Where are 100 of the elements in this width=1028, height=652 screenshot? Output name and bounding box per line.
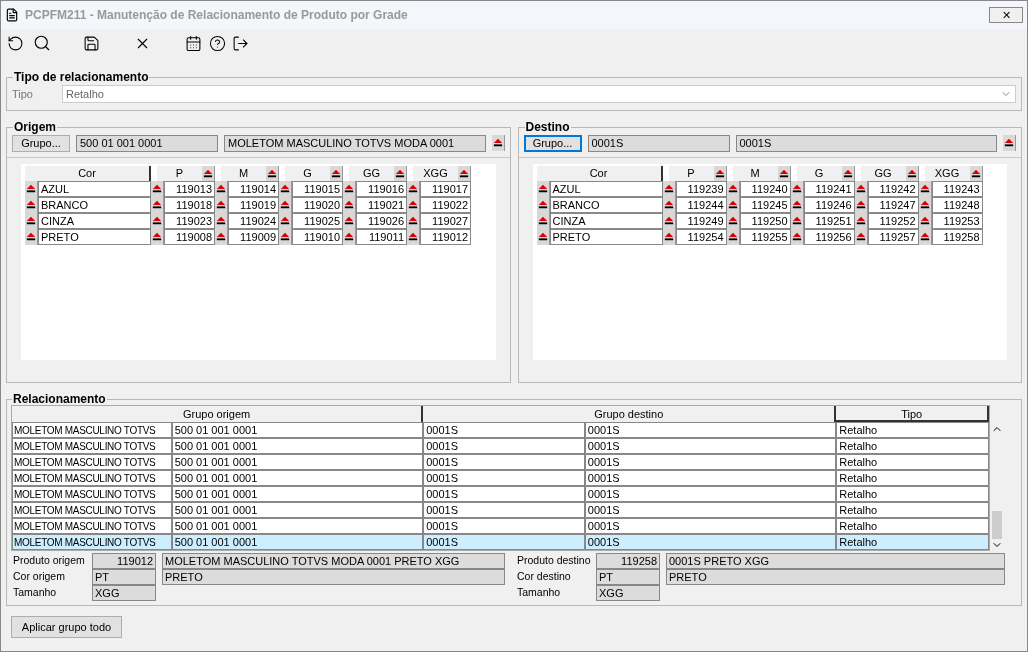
eject-flag-icon[interactable]: [330, 166, 343, 182]
column-header: M: [221, 166, 266, 181]
table-cell: MOLETOM MASCULINO TOTVS: [12, 534, 172, 550]
product-code-cell: 119258: [931, 229, 983, 245]
table-cell: 0001S: [423, 470, 585, 486]
table-cell: MOLETOM MASCULINO TOTVS: [12, 518, 172, 534]
table-row[interactable]: MOLETOM MASCULINO TOTVS 500 01 001 0001 0001S 0001S Retalho: [12, 534, 989, 550]
type-dropdown[interactable]: Retalho: [62, 85, 1016, 103]
group-description-field[interactable]: 0001S: [735, 134, 997, 152]
help-icon[interactable]: [209, 34, 226, 52]
product-code-cell: 119244: [675, 197, 727, 213]
product-code-cell: 119022: [420, 197, 471, 213]
table-row[interactable]: MOLETOM MASCULINO TOTVS 500 01 001 0001 0001S 0001S Retalho: [12, 486, 989, 502]
table-cell: 0001S: [423, 518, 585, 534]
eject-flag-icon[interactable]: [151, 229, 164, 245]
eject-flag-icon[interactable]: [279, 181, 292, 197]
table-cell: MOLETOM MASCULINO TOTVS: [12, 470, 172, 486]
description-field[interactable]: PRETO: [666, 569, 1005, 585]
product-code-cell: 119257: [867, 229, 919, 245]
product-code-cell: 119254: [675, 229, 727, 245]
code-field[interactable]: 119012: [92, 553, 156, 569]
table-cell: 0001S: [584, 502, 837, 518]
product-code-cell: 119019: [228, 197, 279, 213]
product-code-cell: 119247: [867, 197, 919, 213]
group-button[interactable]: Grupo...: [12, 134, 70, 152]
group-button[interactable]: Grupo...: [523, 134, 582, 152]
eject-flag-icon[interactable]: [536, 229, 550, 245]
eject-flag-icon[interactable]: [215, 181, 228, 197]
code-field[interactable]: XGG: [596, 585, 660, 601]
eject-flag-icon[interactable]: [407, 181, 420, 197]
column-header: XGG: [924, 166, 970, 181]
group-legend: Relacionamento: [12, 393, 107, 405]
eject-flag-icon[interactable]: [343, 229, 356, 245]
eject-flag-icon[interactable]: [25, 229, 38, 245]
table-cell: 500 01 001 0001: [171, 518, 424, 534]
eject-flag-icon[interactable]: [407, 229, 420, 245]
table-cell: MOLETOM MASCULINO TOTVS: [12, 438, 172, 454]
table-cell: 0001S: [584, 518, 837, 534]
group-code-field[interactable]: 0001S: [587, 134, 730, 152]
field-label: Cor origem: [12, 569, 66, 585]
table-row[interactable]: MOLETOM MASCULINO TOTVS 500 01 001 0001 0001S 0001S Retalho: [12, 454, 989, 470]
scroll-thumb[interactable]: [992, 511, 1002, 539]
table-cell: 0001S: [584, 454, 837, 470]
eject-flag-icon[interactable]: [202, 166, 215, 182]
product-code-cell: 119021: [356, 197, 407, 213]
group-description-field[interactable]: MOLETOM MASCULINO TOTVS MODA 0001: [224, 134, 486, 152]
table-cell: MOLETOM MASCULINO TOTVS: [12, 454, 172, 470]
column-header: P: [668, 166, 714, 181]
product-code-cell: 119027: [420, 213, 471, 229]
product-code-cell: 119239: [675, 181, 727, 197]
eject-flag-icon[interactable]: [491, 135, 505, 151]
exit-icon[interactable]: [232, 34, 249, 52]
column-header: GG: [349, 166, 394, 181]
code-field[interactable]: PT: [596, 569, 660, 585]
table-row[interactable]: MOLETOM MASCULINO TOTVS 500 01 001 0001 0001S 0001S Retalho: [12, 518, 989, 534]
field-label: Cor destino: [516, 569, 572, 585]
code-field[interactable]: XGG: [92, 585, 156, 601]
column-header: G: [796, 166, 842, 181]
table-cell: 500 01 001 0001: [171, 422, 424, 438]
eject-flag-icon[interactable]: [1003, 135, 1016, 151]
product-code-cell: 119248: [931, 197, 983, 213]
table-cell: 0001S: [423, 454, 585, 470]
code-field[interactable]: 119258: [596, 553, 660, 569]
color-cell: AZUL: [549, 181, 663, 197]
eject-flag-icon[interactable]: [25, 181, 38, 197]
table-row[interactable]: MOLETOM MASCULINO TOTVS 500 01 001 0001 0001S 0001S Retalho: [12, 438, 989, 454]
color-cell: CINZA: [549, 213, 663, 229]
table-cell: MOLETOM MASCULINO TOTVS: [12, 422, 172, 438]
product-code-cell: 119251: [803, 213, 855, 229]
column-header: G: [285, 166, 330, 181]
search-icon[interactable]: [33, 34, 51, 52]
table-row[interactable]: MOLETOM MASCULINO TOTVS 500 01 001 0001 0001S 0001S Retalho: [12, 502, 989, 518]
description-field[interactable]: MOLETOM MASCULINO TOTVS MODA 0001 PRETO XGG: [162, 553, 505, 569]
eject-flag-icon[interactable]: [266, 166, 279, 182]
eject-flag-icon[interactable]: [536, 181, 550, 197]
table-cell: Retalho: [836, 486, 989, 502]
save-icon[interactable]: [83, 34, 100, 52]
code-field[interactable]: PT: [92, 569, 156, 585]
calendar-icon[interactable]: [185, 34, 202, 52]
group-code-field[interactable]: 500 01 001 0001: [76, 134, 218, 152]
eject-flag-icon[interactable]: [279, 229, 292, 245]
apply-group-button[interactable]: Aplicar grupo todo: [11, 616, 122, 638]
eject-flag-icon[interactable]: [394, 166, 407, 182]
eject-flag-icon[interactable]: [458, 166, 471, 182]
table-row[interactable]: MOLETOM MASCULINO TOTVS 500 01 001 0001 0001S 0001S Retalho: [12, 470, 989, 486]
undo-icon[interactable]: [7, 34, 24, 52]
field-label: Tamanho: [12, 585, 58, 601]
table-cell: 0001S: [423, 438, 585, 454]
description-field[interactable]: 0001S PRETO XGG: [666, 553, 1005, 569]
eject-flag-icon[interactable]: [215, 229, 228, 245]
table-row[interactable]: MOLETOM MASCULINO TOTVS 500 01 001 0001 0001S 0001S Retalho: [12, 422, 989, 438]
product-code-cell: 119253: [931, 213, 983, 229]
eject-flag-icon[interactable]: [151, 181, 164, 197]
eject-flag-icon[interactable]: [343, 181, 356, 197]
close-button[interactable]: ✕: [989, 7, 1023, 23]
product-code-cell: 119023: [164, 213, 215, 229]
group-legend: Origem: [13, 121, 57, 133]
description-field[interactable]: PRETO: [162, 569, 505, 585]
color-cell: PRETO: [38, 229, 151, 245]
column-header: Cor: [25, 166, 151, 181]
